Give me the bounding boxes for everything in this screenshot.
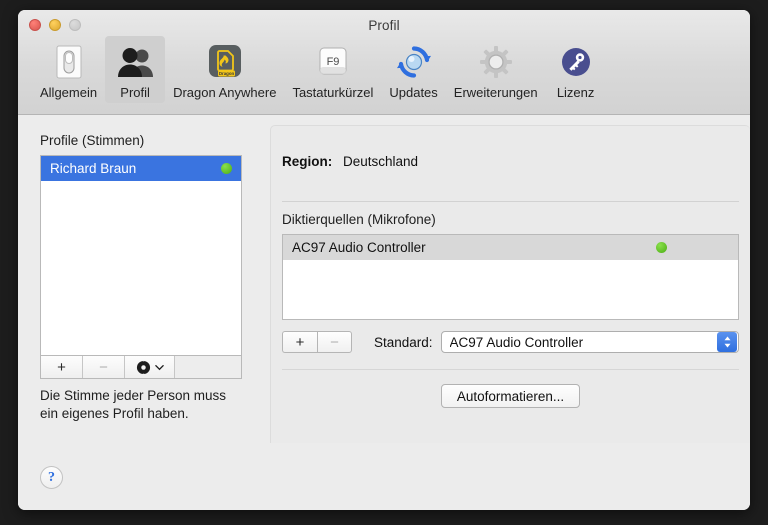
autoformat-button[interactable]: Autoformatieren... [440, 384, 581, 408]
toolbar-item-label: Lizenz [556, 85, 595, 100]
gear-icon [474, 41, 518, 83]
titlebar: Profil Allgemein Profil Dragon Dragon An… [18, 10, 750, 115]
sources-section-label: Diktierquellen (Mikrofone) [282, 212, 436, 227]
toolbar-item-erweiterungen[interactable]: Erweiterungen [446, 36, 546, 103]
profile-actions-menu-button[interactable] [125, 356, 175, 378]
region-row: Region: Deutschland [282, 154, 418, 169]
toolbar-item-label: Profil [120, 85, 150, 100]
default-source-value: AC97 Audio Controller [449, 334, 584, 350]
profiles-helper-text: Die Stimme jeder Person muss ein eigenes… [40, 388, 227, 421]
toolbar-item-label: Tastaturkürzel [292, 85, 374, 100]
toolbar-item-tastaturkuerzel[interactable]: F9 Tastaturkürzel [284, 36, 381, 103]
panel-divider-bottom [282, 369, 739, 370]
key-circle-icon [554, 41, 598, 83]
toolbar-item-lizenz[interactable]: Lizenz [546, 36, 606, 103]
remove-source-button: − [317, 331, 352, 353]
status-dot-icon [656, 242, 667, 253]
toolbar: Allgemein Profil Dragon Dragon Anywhere … [32, 36, 742, 110]
add-source-button[interactable]: + [282, 331, 317, 353]
dragon-badge-text: Dragon [219, 71, 235, 76]
chevron-down-icon [154, 364, 164, 370]
two-people-icon [113, 41, 157, 83]
default-source-label: Standard: [374, 334, 433, 350]
dragon-app-icon: Dragon [203, 41, 247, 83]
toolbar-item-dragon-anywhere[interactable]: Dragon Dragon Anywhere [165, 36, 284, 103]
profiles-column: Profile (Stimmen) Richard Braun + − Die … [40, 133, 242, 423]
detail-panel: Region: Deutschland Diktierquellen (Mikr… [270, 125, 750, 443]
sources-controls: + − Standard: AC97 Audio Controller [282, 330, 739, 354]
f9-key-icon: F9 [311, 41, 355, 83]
sources-list-row[interactable]: AC97 Audio Controller [283, 235, 738, 260]
refresh-globe-icon [392, 41, 436, 83]
window-title: Profil [368, 18, 400, 33]
remove-profile-button: − [83, 356, 125, 378]
plus-icon: + [57, 358, 66, 376]
profiles-list-row[interactable]: Richard Braun [41, 156, 241, 181]
source-name: AC97 Audio Controller [292, 240, 426, 255]
toolbar-item-label: Erweiterungen [453, 85, 538, 100]
minus-icon: − [330, 333, 339, 351]
profile-name: Richard Braun [50, 161, 137, 176]
toolbar-item-allgemein[interactable]: Allgemein [32, 36, 105, 103]
status-dot-icon [221, 163, 232, 174]
gear-icon [136, 359, 150, 375]
sources-list[interactable]: AC97 Audio Controller [282, 234, 739, 320]
default-source-select[interactable]: AC97 Audio Controller [440, 331, 739, 353]
profiles-toolbar-filler [175, 356, 241, 378]
region-label: Region: [282, 154, 333, 169]
svg-text:F9: F9 [326, 56, 339, 68]
preferences-window: Profil Allgemein Profil Dragon Dragon An… [18, 10, 750, 510]
autoformat-row: Autoformatieren... [271, 384, 750, 408]
plus-icon: + [295, 333, 305, 351]
toolbar-item-label: Dragon Anywhere [173, 85, 277, 100]
add-profile-button[interactable]: + [41, 356, 83, 378]
toolbar-item-updates[interactable]: Updates [381, 36, 445, 103]
profiles-list[interactable]: Richard Braun [40, 155, 242, 356]
help-button[interactable]: ? [40, 466, 63, 489]
region-value: Deutschland [343, 154, 419, 169]
toolbar-item-label: Updates [389, 85, 438, 100]
profiles-section-label: Profile (Stimmen) [40, 133, 145, 148]
profiles-toolbar: + − [40, 356, 242, 379]
toolbar-item-profil[interactable]: Profil [105, 36, 166, 103]
chevron-up-down-icon [717, 332, 737, 352]
toolbar-item-label: Allgemein [40, 85, 98, 100]
panel-divider-top [282, 201, 739, 202]
toggle-switch-icon [47, 41, 91, 83]
window-body: Profile (Stimmen) Richard Braun + − Die … [18, 115, 750, 510]
minus-icon: − [99, 358, 108, 376]
screen: Profil Allgemein Profil Dragon Dragon An… [0, 0, 768, 525]
